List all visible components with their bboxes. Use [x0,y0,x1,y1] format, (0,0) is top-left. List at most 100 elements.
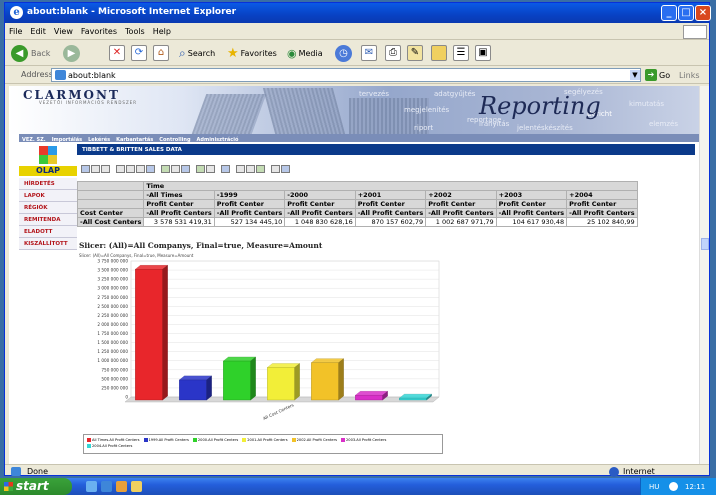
y-tick-label: 2 000 000 000 [97,322,128,327]
refresh-button[interactable]: ⟳ [131,44,147,62]
all-profit-centers[interactable]: -All Profit Centers [284,208,356,218]
cube-navigator-icon[interactable] [81,165,90,173]
col-dim[interactable]: +2001 [354,190,427,200]
stop-button[interactable]: ✕ [109,44,125,62]
sidebar-item-eladott[interactable]: ELADOTT [19,226,77,238]
spread-icon[interactable] [271,165,280,173]
go-button[interactable]: ➔ Go [645,68,671,82]
profit-center-header: Profit Center [566,199,638,209]
search-button[interactable]: ⌕ Search [179,44,215,62]
all-profit-centers[interactable]: -All Profit Centers [566,208,638,218]
drill-position-icon[interactable] [161,165,170,173]
address-dropdown-icon[interactable]: ▼ [630,70,640,80]
sidebar-item-hirdetes[interactable]: HÍRDETÉS [19,178,77,190]
menu-help[interactable]: Help [149,24,175,39]
title-bar[interactable]: e about:blank - Microsoft Internet Explo… [5,3,711,23]
menu-tools[interactable]: Tools [121,24,149,39]
excel-export-icon[interactable] [246,165,255,173]
clock[interactable]: 12:11 [685,483,705,491]
close-button[interactable]: × [695,5,711,21]
maximize-button[interactable]: □ [678,5,694,21]
col-dim[interactable]: +2003 [495,190,568,200]
all-profit-centers[interactable]: -All Profit Centers [213,208,286,218]
hide-empty-icon[interactable] [126,165,135,173]
forward-button[interactable]: ▶ [63,44,80,62]
address-bar: Address about:blank ▼ ➔ Go Links [5,66,709,84]
all-cost-centers[interactable]: -All Cost Centers [76,217,145,227]
links-button[interactable]: Links [679,71,700,80]
sidebar-item-regiok[interactable]: RÉGIÓK [19,202,77,214]
folder-quicklaunch-icon[interactable] [131,481,142,492]
config-icon[interactable] [101,165,110,173]
vertical-scrollbar[interactable] [699,86,709,465]
mail-button[interactable]: ✉ [361,44,377,62]
print-button[interactable]: ⎙ [385,44,401,62]
bar [179,379,207,401]
search-icon: ⌕ [179,45,186,60]
edit-button[interactable]: ✎ [407,44,423,62]
all-profit-centers[interactable]: -All Profit Centers [495,208,568,218]
profit-center-header: Profit Center [354,199,427,209]
drill-member-icon[interactable] [146,165,155,173]
home-button[interactable]: ⌂ [153,44,169,62]
sidebar-item-kiszallitott[interactable]: KISZÁLLÍTOTT [19,238,77,250]
drill-through-icon[interactable] [181,165,190,173]
internet-zone-icon [609,467,619,477]
y-tick-label: 3 250 000 000 [97,277,128,282]
research-button[interactable]: ▣ [475,44,491,62]
bar-top [354,391,389,396]
history-button[interactable]: ◷ [335,44,352,62]
media-button[interactable]: ◉ Media [287,44,323,62]
mdx-edit-icon[interactable] [91,165,100,173]
pdf-export-icon[interactable] [236,165,245,173]
parent-icon[interactable] [116,165,125,173]
nav-item-admin[interactable]: Adminisztráció [194,137,242,143]
address-input[interactable]: about:blank ▼ [51,68,641,82]
profit-center-header: Profit Center [495,199,568,209]
col-dim[interactable]: -1999 [213,190,286,200]
chart-config-icon[interactable] [206,165,215,173]
messenger-button[interactable]: ☰ [453,44,469,62]
start-button[interactable]: start [0,478,72,495]
nav-item-karbantartas[interactable]: Karbantartás [113,137,156,143]
bar-top [222,356,257,362]
media-quicklaunch-icon[interactable] [116,481,127,492]
options-icon[interactable] [281,165,290,173]
show-desktop-icon[interactable] [86,481,97,492]
language-indicator[interactable]: HU [649,483,659,491]
col-dim[interactable]: +2002 [425,190,497,200]
menu-file[interactable]: File [5,24,26,39]
sidebar-item-lapok[interactable]: LAPOK [19,190,77,202]
cost-center-header: Cost Center [76,208,145,218]
page-icon [55,70,66,80]
col-dim[interactable]: -2000 [284,190,356,200]
drill-replace-icon[interactable] [171,165,180,173]
mail-icon: ✉ [361,45,377,61]
sort-icon[interactable] [256,165,265,173]
legend-item: 2001.All Profit Centers [242,437,288,443]
scrollbar-thumb[interactable] [701,238,709,250]
nav-item-lekeres[interactable]: Lekérés [85,137,113,143]
col-dim[interactable]: +2004 [566,190,638,200]
favorites-button[interactable]: ★ Favorites [227,44,277,62]
col-dim[interactable]: -All Times [143,190,215,200]
chart-icon[interactable] [196,165,205,173]
all-profit-centers[interactable]: -All Profit Centers [425,208,497,218]
print-config-icon[interactable] [221,165,230,173]
menu-view[interactable]: View [50,24,77,39]
discuss-button[interactable] [431,44,447,62]
minimize-button[interactable]: _ [661,5,677,21]
nav-item-controlling[interactable]: Controlling [156,137,193,143]
tray-network-icon[interactable] [669,482,678,491]
sidebar-item-remitenda[interactable]: REMITENDA [19,214,77,226]
all-profit-centers[interactable]: -All Profit Centers [354,208,427,218]
bar [267,367,295,401]
menu-favorites[interactable]: Favorites [77,24,121,39]
menu-edit[interactable]: Edit [26,24,50,39]
swap-axes-icon[interactable] [136,165,145,173]
ie-quicklaunch-icon[interactable] [101,481,112,492]
back-button[interactable]: ◀ Back [11,44,50,62]
y-tick-label: 2 250 000 000 [97,313,128,318]
all-profit-centers[interactable]: -All Profit Centers [143,208,215,218]
y-tick-label: 750 000 000 [101,367,128,372]
